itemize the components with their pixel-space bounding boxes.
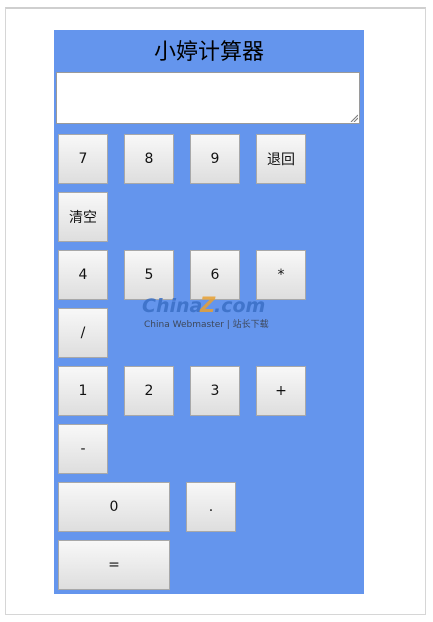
key-6[interactable]: 6 bbox=[190, 250, 240, 300]
key-5[interactable]: 5 bbox=[124, 250, 174, 300]
multiply-button[interactable]: * bbox=[256, 250, 306, 300]
key-4[interactable]: 4 bbox=[58, 250, 108, 300]
decimal-point-button[interactable]: . bbox=[186, 482, 236, 532]
key-9[interactable]: 9 bbox=[190, 134, 240, 184]
display-textarea[interactable] bbox=[56, 72, 360, 124]
key-3[interactable]: 3 bbox=[190, 366, 240, 416]
key-1[interactable]: 1 bbox=[58, 366, 108, 416]
divide-button[interactable]: / bbox=[58, 308, 108, 358]
calculator-panel: 小婷计算器 7 8 9 退回 清空 4 5 6 * / 1 2 3 + - 0 … bbox=[54, 30, 364, 594]
key-2[interactable]: 2 bbox=[124, 366, 174, 416]
calculator-title: 小婷计算器 bbox=[153, 40, 264, 65]
equals-button[interactable]: = bbox=[58, 540, 170, 590]
clear-button[interactable]: 清空 bbox=[58, 192, 108, 242]
subtract-button[interactable]: - bbox=[58, 424, 108, 474]
backspace-button[interactable]: 退回 bbox=[256, 134, 306, 184]
resize-grip-icon[interactable] bbox=[350, 114, 358, 122]
key-7[interactable]: 7 bbox=[58, 134, 108, 184]
key-8[interactable]: 8 bbox=[124, 134, 174, 184]
add-button[interactable]: + bbox=[256, 366, 306, 416]
key-0[interactable]: 0 bbox=[58, 482, 170, 532]
